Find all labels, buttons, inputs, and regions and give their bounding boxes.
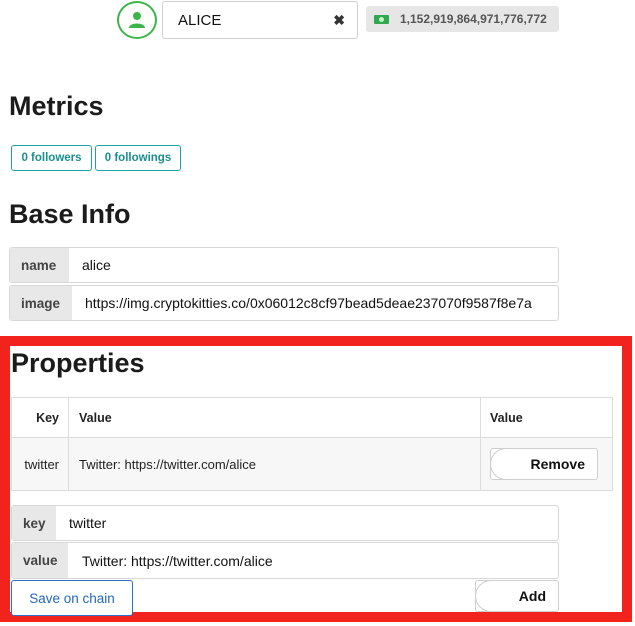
- base-info-title: Base Info: [9, 199, 131, 229]
- properties-table: Key Value Value twitter Twitter: https:/…: [11, 397, 613, 491]
- metrics-title: Metrics: [9, 91, 104, 121]
- table-row: twitter Twitter: https://twitter.com/ali…: [11, 437, 613, 491]
- column-header-action: Value: [480, 397, 613, 438]
- toggle-knob: [475, 580, 509, 612]
- key-input[interactable]: twitter: [56, 506, 558, 540]
- properties-title: Properties: [11, 348, 145, 378]
- name-field[interactable]: name alice: [9, 247, 559, 283]
- key-field[interactable]: key twitter: [11, 505, 559, 541]
- row-value: Twitter: https://twitter.com/alice: [68, 437, 481, 491]
- row-action-cell: Remove: [480, 437, 613, 491]
- user-avatar[interactable]: [117, 1, 157, 39]
- image-label: image: [10, 286, 72, 320]
- add-label: Add: [518, 588, 546, 604]
- key-label: key: [12, 506, 56, 540]
- toggle-knob: [490, 448, 524, 480]
- save-on-chain-button[interactable]: Save on chain: [11, 580, 133, 616]
- balance-value: 1,152,919,864,971,776,772: [400, 12, 547, 26]
- add-button[interactable]: Add: [475, 580, 559, 612]
- image-field[interactable]: image https://img.cryptokitties.co/0x060…: [9, 285, 559, 321]
- user-icon: [129, 12, 145, 28]
- close-icon[interactable]: ✖: [333, 12, 345, 29]
- column-header-key: Key: [11, 397, 69, 438]
- account-name-input[interactable]: ALICE ✖: [162, 1, 358, 39]
- account-name-value: ALICE: [178, 11, 222, 29]
- followings-button[interactable]: 0 followings: [95, 145, 181, 171]
- value-label: value: [12, 543, 68, 578]
- followers-button[interactable]: 0 followers: [11, 145, 92, 171]
- column-header-value: Value: [68, 397, 481, 438]
- name-label: name: [10, 248, 69, 282]
- remove-button[interactable]: Remove: [490, 448, 598, 480]
- image-value[interactable]: https://img.cryptokitties.co/0x06012c8cf…: [72, 286, 558, 320]
- value-field[interactable]: value Twitter: https://twitter.com/alice: [11, 542, 559, 579]
- remove-label: Remove: [530, 456, 585, 472]
- name-value[interactable]: alice: [69, 248, 558, 282]
- row-key: twitter: [11, 437, 69, 491]
- value-input[interactable]: Twitter: https://twitter.com/alice: [68, 543, 558, 578]
- balance-badge: 1,152,919,864,971,776,772: [366, 6, 559, 32]
- cash-icon: [374, 14, 389, 24]
